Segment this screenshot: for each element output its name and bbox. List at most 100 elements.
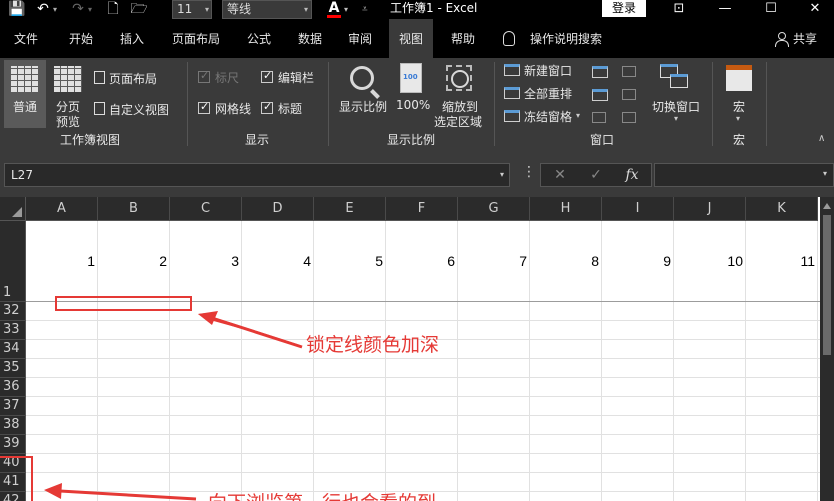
cell-row1-a[interactable]: 1: [26, 253, 98, 269]
font-color-dropdown-icon[interactable]: ▾: [344, 0, 348, 19]
scroll-up-icon[interactable]: [823, 203, 831, 209]
page-break-preview-icon: [54, 66, 82, 92]
column-header-g[interactable]: G: [458, 197, 530, 221]
column-header-b[interactable]: B: [98, 197, 170, 221]
ruler-label: 标尺: [215, 71, 240, 85]
normal-view-button[interactable]: 普通: [4, 60, 46, 128]
row-header-34[interactable]: 34: [0, 340, 26, 359]
ribbon-separator: [328, 62, 329, 146]
column-header-h[interactable]: H: [530, 197, 602, 221]
page-layout-icon: [94, 71, 105, 84]
chevron-down-icon[interactable]: ▾: [500, 164, 504, 186]
tab-data[interactable]: 数据: [298, 19, 322, 58]
column-header-f[interactable]: F: [386, 197, 458, 221]
cell-row1-g[interactable]: 7: [458, 253, 530, 269]
row-header-35[interactable]: 35: [0, 359, 26, 378]
formula-input[interactable]: ▾: [654, 163, 834, 187]
freeze-panes-button[interactable]: 冻结窗格 ▾: [504, 108, 584, 124]
column-header-d[interactable]: D: [242, 197, 314, 221]
zoom-to-selection-button[interactable]: 缩放到 选定区域: [432, 60, 488, 129]
font-color-button[interactable]: A: [326, 0, 342, 19]
vertical-scrollbar[interactable]: [820, 197, 834, 501]
tab-file[interactable]: 文件: [14, 19, 38, 58]
cell-row1-j[interactable]: 10: [674, 253, 746, 269]
ribbon-display-options-icon[interactable]: ⊡: [656, 0, 702, 19]
new-window-icon: [504, 64, 520, 76]
save-icon[interactable]: 💾: [8, 0, 26, 19]
minimize-icon[interactable]: —: [702, 0, 748, 19]
row-header-32[interactable]: 32: [0, 302, 26, 321]
tab-view[interactable]: 视图: [389, 19, 434, 58]
undo-dropdown-icon[interactable]: ▾: [53, 5, 61, 14]
cell-row1-c[interactable]: 3: [170, 253, 242, 269]
tab-insert[interactable]: 插入: [120, 19, 144, 58]
headings-checkbox[interactable]: [261, 100, 273, 114]
cancel-icon[interactable]: ✕: [545, 164, 575, 186]
expand-formula-bar-icon[interactable]: ▾: [823, 169, 827, 178]
person-icon: [775, 32, 789, 47]
font-size-select[interactable]: 11 ▾: [172, 0, 212, 19]
gridlines-checkbox[interactable]: [198, 100, 210, 114]
row-header-38[interactable]: 38: [0, 416, 26, 435]
column-header-j[interactable]: J: [674, 197, 746, 221]
switch-windows-label: 切换窗口: [652, 100, 701, 114]
cell-row1-b[interactable]: 2: [98, 253, 170, 269]
cell-row1-d[interactable]: 4: [242, 253, 314, 269]
column-header-a[interactable]: A: [26, 197, 98, 221]
row-header-39[interactable]: 39: [0, 435, 26, 454]
new-file-icon[interactable]: 🗋: [104, 0, 122, 19]
column-header-e[interactable]: E: [314, 197, 386, 221]
switch-windows-button[interactable]: 切换窗口 ▾: [648, 60, 704, 128]
customize-quick-access-icon[interactable]: ⩡: [362, 0, 368, 19]
hide-window-icon[interactable]: [592, 89, 608, 101]
cell-row1-f[interactable]: 6: [386, 253, 458, 269]
name-box[interactable]: L27 ▾: [4, 163, 510, 187]
tell-me-search[interactable]: 操作说明搜索: [530, 19, 602, 58]
column-header-c[interactable]: C: [170, 197, 242, 221]
column-header-i[interactable]: I: [602, 197, 674, 221]
cell-row1-k[interactable]: 11: [746, 253, 818, 269]
more-options-icon[interactable]: ⋮: [522, 164, 536, 180]
share-button[interactable]: 共享: [793, 19, 817, 58]
chevron-down-icon: ▾: [204, 5, 209, 14]
tab-home[interactable]: 开始: [69, 19, 93, 58]
cell-row1-h[interactable]: 8: [530, 253, 602, 269]
cell-row1-e[interactable]: 5: [314, 253, 386, 269]
column-header-k[interactable]: K: [746, 197, 818, 221]
freeze-panes-label: 冻结窗格: [524, 110, 573, 124]
row-header-1[interactable]: 1: [0, 221, 26, 302]
scrollbar-thumb[interactable]: [823, 215, 831, 355]
tab-review[interactable]: 审阅: [348, 19, 372, 58]
page-layout-label: 页面布局: [109, 72, 158, 86]
freeze-panes-icon: [504, 110, 520, 122]
row-header-36[interactable]: 36: [0, 378, 26, 397]
macros-button[interactable]: 宏 ▾: [722, 60, 756, 128]
insert-function-icon[interactable]: fx: [617, 164, 647, 186]
enter-icon[interactable]: ✓: [581, 164, 611, 186]
row-header-37[interactable]: 37: [0, 397, 26, 416]
login-button[interactable]: 登录: [602, 0, 646, 17]
zoom-button[interactable]: 显示比例: [338, 60, 390, 128]
tab-formulas[interactable]: 公式: [247, 19, 271, 58]
page-break-preview-button[interactable]: 分页 预览: [50, 60, 86, 129]
maximize-icon[interactable]: ☐: [748, 0, 794, 19]
new-window-button[interactable]: 新建窗口: [504, 62, 584, 78]
zoom-100-button[interactable]: 100%: [394, 60, 430, 128]
arrange-all-button[interactable]: 全部重排: [504, 85, 584, 101]
close-icon[interactable]: ✕: [792, 0, 834, 19]
undo-icon[interactable]: ↶: [34, 0, 52, 19]
custom-views-button[interactable]: 自定义视图: [92, 101, 184, 117]
font-name-select[interactable]: 等线 ▾: [222, 0, 312, 19]
chevron-down-icon: ▾: [674, 114, 679, 123]
select-all-corner[interactable]: [0, 197, 26, 221]
page-layout-view-button[interactable]: 页面布局: [92, 70, 176, 86]
cell-row1-i[interactable]: 9: [602, 253, 674, 269]
split-icon[interactable]: [592, 66, 608, 78]
tab-page-layout[interactable]: 页面布局: [172, 19, 220, 58]
row-gridline: [26, 453, 820, 454]
row-header-33[interactable]: 33: [0, 321, 26, 340]
tab-help[interactable]: 帮助: [451, 19, 475, 58]
formula-bar-checkbox[interactable]: [261, 69, 273, 83]
collapse-ribbon-icon[interactable]: ∧: [818, 133, 825, 144]
open-folder-icon[interactable]: 🗁: [130, 0, 148, 19]
